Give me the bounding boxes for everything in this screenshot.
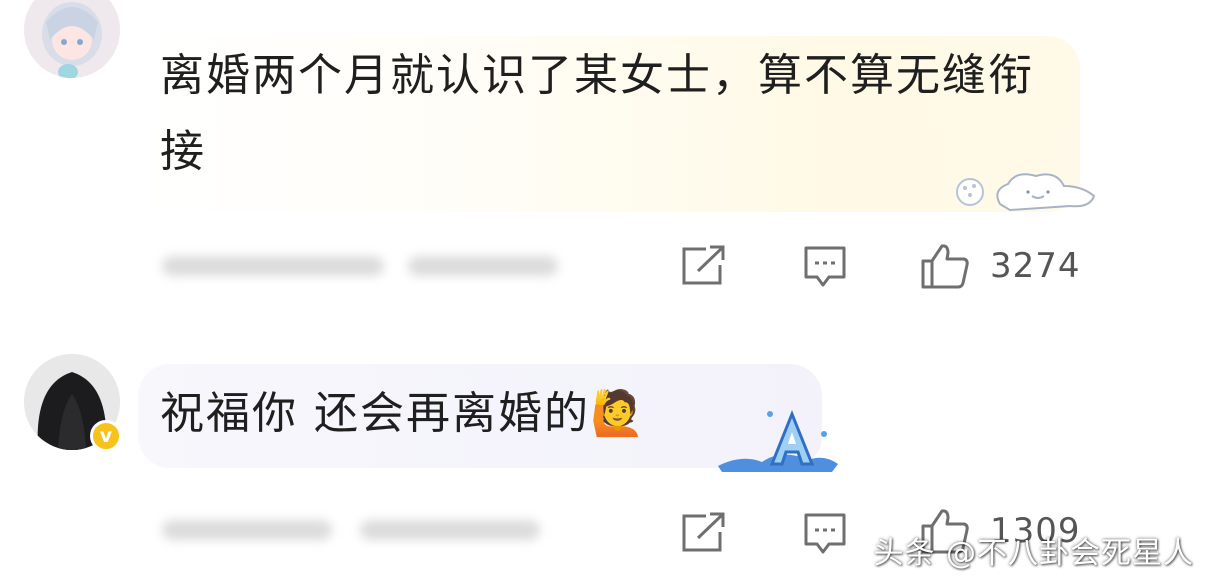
share-icon <box>682 245 725 285</box>
share-button[interactable] <box>680 512 726 554</box>
comment-location <box>408 256 558 276</box>
watermark: 头条 @不八卦会死星人 <box>873 536 1194 571</box>
thumbs-up-icon <box>921 244 969 289</box>
comment-icon <box>804 513 846 554</box>
cinnamoroll-sticker-icon <box>950 160 1100 220</box>
share-icon <box>682 512 725 552</box>
reply-button[interactable] <box>803 245 847 289</box>
anime-girl-avatar-icon <box>24 0 120 78</box>
comment-meta <box>162 520 332 540</box>
user-avatar[interactable] <box>24 0 120 78</box>
comment-location <box>360 520 540 540</box>
share-button[interactable] <box>680 245 726 287</box>
comment-text: 离婚两个月就认识了某女士，算不算无缝衔接 <box>160 50 1034 177</box>
ice-letter-a-sticker-icon <box>712 404 842 478</box>
like-count: 3274 <box>990 246 1081 286</box>
comment-item-1: 离婚两个月就认识了某女士，算不算无缝衔接 3274 <box>0 0 1214 330</box>
comment-icon <box>804 246 846 287</box>
like-button[interactable]: 3274 <box>920 243 1081 289</box>
comment-meta <box>162 256 384 276</box>
verified-badge: v <box>90 420 122 452</box>
reply-button[interactable] <box>803 512 847 556</box>
user-avatar[interactable]: v <box>24 354 122 452</box>
comment-text: 祝福你 还会再离婚的🙋 <box>160 388 647 439</box>
